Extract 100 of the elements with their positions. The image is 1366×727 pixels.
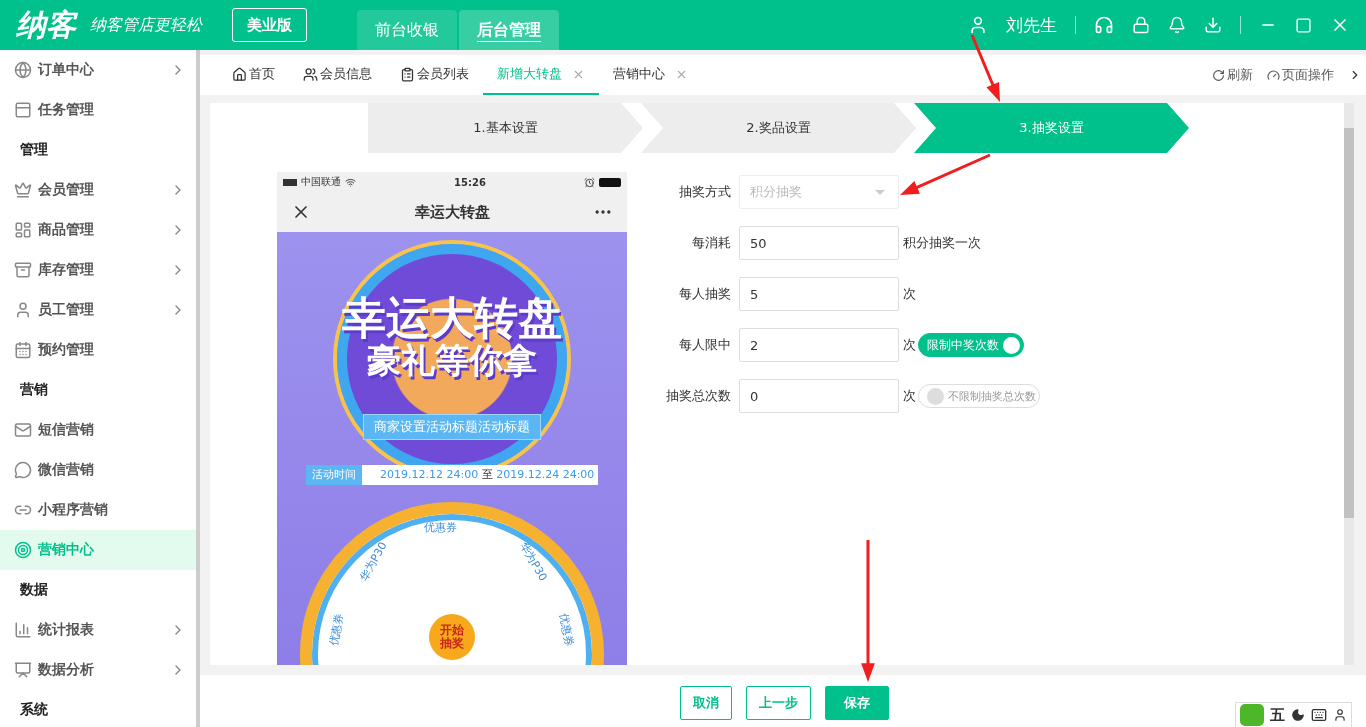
activity-title: 商家设置活动标题活动标题 (363, 413, 541, 440)
sidebar-item[interactable]: 数据分析 (0, 650, 196, 690)
time-label: 活动时间 (306, 464, 362, 485)
time-range: 2019.12.12 24:00 至 2019.12.24 24:00 (380, 467, 595, 483)
ime-toolbar[interactable]: 五 (1235, 702, 1352, 727)
toolbar-button[interactable]: 刷新 (1212, 55, 1253, 95)
battery-icon (599, 177, 621, 187)
refresh-icon (1212, 68, 1225, 82)
page-tab[interactable]: 营销中心 (599, 55, 702, 95)
tab-label: 新增大转盘 (497, 65, 562, 83)
field-label: 每人限中 (678, 336, 731, 354)
menu-icon (14, 301, 32, 319)
sidebar-label: 订单中心 (38, 61, 94, 79)
sidebar-label: 小程序营销 (38, 501, 108, 519)
slogan: 纳客管店更轻松 (90, 14, 202, 36)
sidebar-item[interactable]: 任务管理 (0, 90, 196, 130)
sidebar-label: 会员管理 (38, 181, 94, 199)
sidebar-label: 商品管理 (38, 221, 94, 239)
sidebar-label: 微信营销 (38, 461, 94, 479)
menu-icon (14, 341, 32, 359)
sidebar-item[interactable]: 预约管理 (0, 330, 196, 370)
tab-icon (303, 66, 318, 82)
input-field[interactable]: 2 (739, 328, 899, 362)
sidebar-label: 库存管理 (38, 261, 94, 279)
menu-icon (14, 261, 32, 279)
input-field[interactable]: 5 (739, 277, 899, 311)
input-field[interactable]: 0 (739, 379, 899, 413)
wizard-step[interactable]: 1.基本设置 (368, 103, 643, 153)
prize-label: 优惠券 (556, 611, 577, 648)
tab-label: 营销中心 (613, 65, 665, 83)
unit-label: 次 (903, 336, 916, 354)
input-field[interactable]: 50 (739, 226, 899, 260)
sidebar-item[interactable]: 员工管理 (0, 290, 196, 330)
prize-label: 优惠券 (424, 520, 457, 535)
maximize-icon[interactable] (1295, 16, 1312, 34)
ime-mode: 五 (1270, 705, 1285, 725)
unit-label: 次 (903, 285, 916, 303)
sidebar-item[interactable]: 库存管理 (0, 250, 196, 290)
unit-label: 积分抽奖一次 (903, 234, 981, 252)
tab-label: 首页 (249, 65, 275, 83)
bell-icon[interactable] (1168, 16, 1186, 34)
download-icon[interactable] (1204, 16, 1222, 34)
sidebar-section: 数据 (0, 570, 196, 610)
sidebar-label: 员工管理 (38, 301, 94, 319)
menu-icon (14, 221, 32, 239)
phone-title: 幸运大转盘 (414, 202, 490, 222)
page-tab[interactable]: 会员信息 (289, 55, 386, 95)
tab-icon (232, 66, 247, 82)
ime-logo-icon (1240, 704, 1264, 726)
arrow-annotation (970, 34, 1000, 102)
sidebar-label: 统计报表 (38, 621, 94, 639)
carrier: 中国联通 (301, 175, 341, 189)
sidebar-section: 系统 (0, 690, 196, 727)
user-icon (1333, 708, 1347, 722)
menu-icon (14, 181, 32, 199)
wifi-icon (345, 176, 356, 188)
phone-time: 15:26 (454, 176, 486, 188)
logo: 纳客 (16, 5, 76, 44)
sidebar-item[interactable]: 微信营销 (0, 450, 196, 490)
sidebar-label: 数据分析 (38, 661, 94, 679)
field-label: 抽奖总次数 (665, 387, 731, 405)
sidebar-item[interactable]: 统计报表 (0, 610, 196, 650)
sidebar-label: 预约管理 (38, 341, 94, 359)
user-icon (968, 15, 988, 35)
keyboard-icon (1311, 707, 1327, 723)
alarm-icon (584, 176, 595, 188)
sidebar-item[interactable]: 订单中心 (0, 50, 196, 90)
sidebar-section: 管理 (0, 130, 196, 170)
unit-label: 次 (903, 387, 916, 405)
menu-icon (14, 461, 32, 479)
toolbar-button[interactable]: 页面操作 (1267, 55, 1334, 95)
sidebar-item[interactable]: 会员管理 (0, 170, 196, 210)
wizard-step[interactable]: 2.奖品设置 (641, 103, 916, 153)
menu-icon (14, 61, 32, 79)
gauge-icon (1267, 68, 1280, 82)
sidebar-item[interactable]: 小程序营销 (0, 490, 196, 530)
menu-icon (14, 621, 32, 639)
moon-icon (1291, 708, 1305, 722)
page-tab[interactable]: 首页 (218, 55, 289, 95)
field-label: 每消耗 (691, 234, 731, 252)
sidebar-section: 营销 (0, 370, 196, 410)
menu-icon (14, 661, 32, 679)
sidebar-label: 营销中心 (38, 541, 94, 559)
tab-label: 会员列表 (417, 65, 469, 83)
lock-icon[interactable] (1132, 16, 1150, 34)
sidebar-item[interactable]: 短信营销 (0, 410, 196, 450)
sidebar-label: 任务管理 (38, 101, 94, 119)
field-label: 每人抽奖 (678, 285, 731, 303)
headset-icon[interactable] (1094, 15, 1114, 35)
scrollbar[interactable] (1344, 103, 1354, 665)
menu-icon (14, 101, 32, 119)
sidebar-item[interactable]: 商品管理 (0, 210, 196, 250)
tab-icon (400, 66, 415, 82)
field-label: 抽奖方式 (678, 183, 731, 201)
menu-icon (14, 421, 32, 439)
page-tab[interactable]: 会员列表 (386, 55, 483, 95)
sidebar-label: 短信营销 (38, 421, 94, 439)
tool-label: 页面操作 (1282, 66, 1334, 84)
tool-label: 刷新 (1227, 66, 1253, 84)
menu-icon (14, 541, 32, 559)
